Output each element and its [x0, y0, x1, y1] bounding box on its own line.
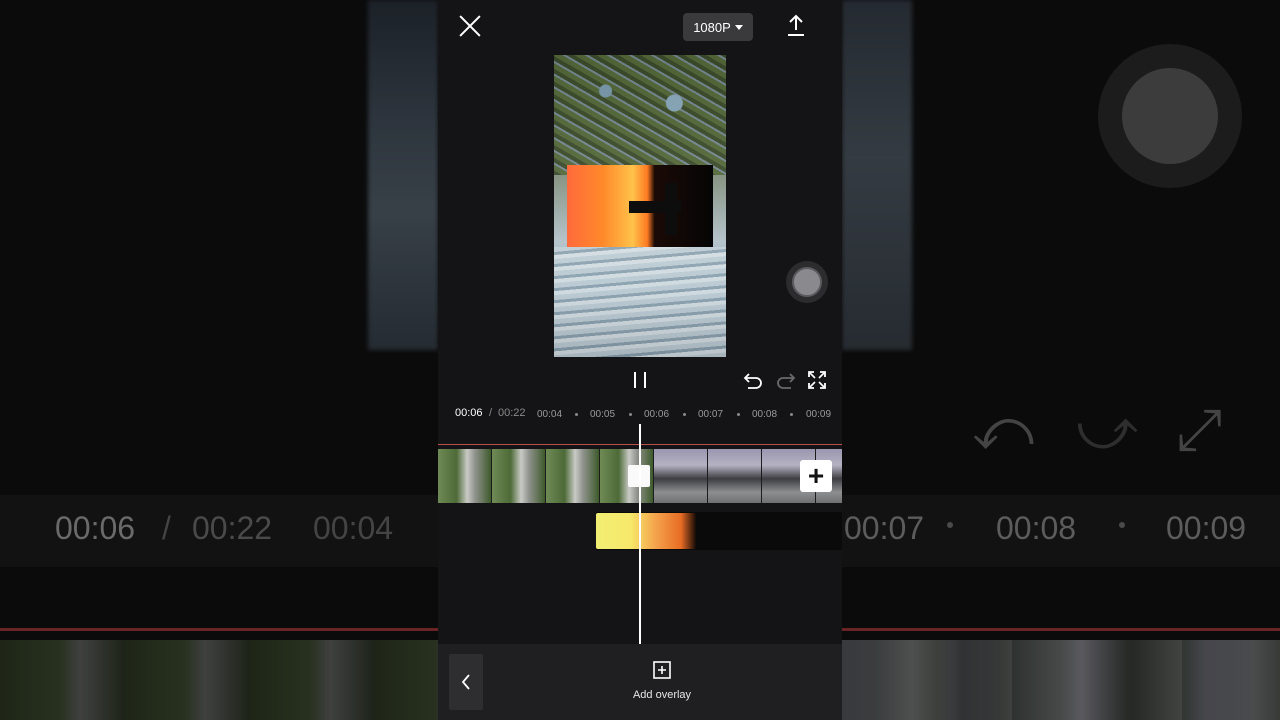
ruler-tick-label: 00:06	[644, 409, 670, 420]
ruler-tick-label: 00:08	[752, 409, 778, 420]
bg-fullscreen-icon: ⤢	[1176, 397, 1223, 462]
bottom-toolbar: Add overlay	[438, 644, 842, 720]
video-frame-thumbnail	[546, 449, 600, 503]
video-editor-panel: 1080P 00:06 / 00:22 00:04 00:05 00:06 00…	[438, 0, 842, 720]
add-overlay-button[interactable]: Add overlay	[618, 661, 706, 711]
overlay-clip[interactable]	[596, 513, 696, 549]
ruler-tick-dot	[790, 413, 793, 416]
time-separator: /	[489, 407, 493, 419]
preview-tree-canopy	[554, 55, 726, 175]
bg-tick: 00:07	[844, 510, 925, 546]
bg-current-time: 00:06	[55, 510, 136, 546]
chevron-left-icon	[461, 674, 470, 690]
video-frame-thumbnail	[492, 449, 546, 503]
ruler-tick-label: 00:05	[590, 409, 616, 420]
plus-icon: +	[807, 460, 825, 491]
add-overlay-icon	[653, 661, 671, 679]
bg-video-right	[842, 0, 912, 350]
close-icon[interactable]	[458, 14, 482, 38]
add-clip-button[interactable]: +	[800, 460, 832, 492]
overlay-image[interactable]	[567, 165, 713, 247]
bg-tick-dot	[947, 522, 953, 528]
bg-record-circle	[1098, 44, 1242, 188]
playhead[interactable]	[639, 424, 641, 644]
fullscreen-icon[interactable]	[807, 370, 827, 390]
overlay-arrow-shape	[665, 183, 677, 235]
bg-redo-icon: ⤻	[1076, 397, 1139, 462]
preview-water-reflection	[554, 247, 726, 357]
bg-separator: /	[162, 510, 171, 546]
bg-tick: 00:04	[313, 510, 394, 546]
back-button[interactable]	[449, 654, 483, 710]
resolution-label: 1080P	[693, 19, 731, 35]
ruler-tick-dot	[575, 413, 578, 416]
caret-down-icon	[734, 24, 743, 30]
bg-undo-icon: ⤺	[972, 397, 1035, 462]
ruler-tick-label: 00:04	[537, 409, 563, 420]
bg-video-left	[368, 0, 438, 350]
undo-icon[interactable]	[743, 370, 763, 390]
export-icon[interactable]	[786, 14, 806, 38]
redo-icon[interactable]	[776, 370, 796, 390]
video-frame-thumbnail	[654, 449, 708, 503]
add-overlay-label: Add overlay	[632, 689, 692, 701]
bg-total-time: 00:22	[192, 510, 273, 546]
ruler-tick-label: 00:07	[698, 409, 724, 420]
ruler-tick-dot	[683, 413, 686, 416]
bg-tick: 00:08	[996, 510, 1077, 546]
floating-assistive-button[interactable]	[786, 261, 828, 303]
bg-tick: 00:09	[1166, 510, 1247, 546]
ruler-tick-dot	[629, 413, 632, 416]
video-frame-thumbnail	[438, 449, 492, 503]
ruler-tick-dot	[737, 413, 740, 416]
bg-tick-dot	[1119, 522, 1125, 528]
video-preview[interactable]	[554, 55, 726, 357]
current-time: 00:06	[455, 407, 483, 419]
bg-filmstrip-right	[842, 640, 1280, 720]
ruler-tick-label: 00:09	[806, 409, 832, 420]
total-time: 00:22	[498, 407, 526, 419]
video-frame-thumbnail	[708, 449, 762, 503]
resolution-dropdown[interactable]: 1080P	[683, 13, 753, 41]
pause-icon[interactable]	[632, 372, 648, 388]
